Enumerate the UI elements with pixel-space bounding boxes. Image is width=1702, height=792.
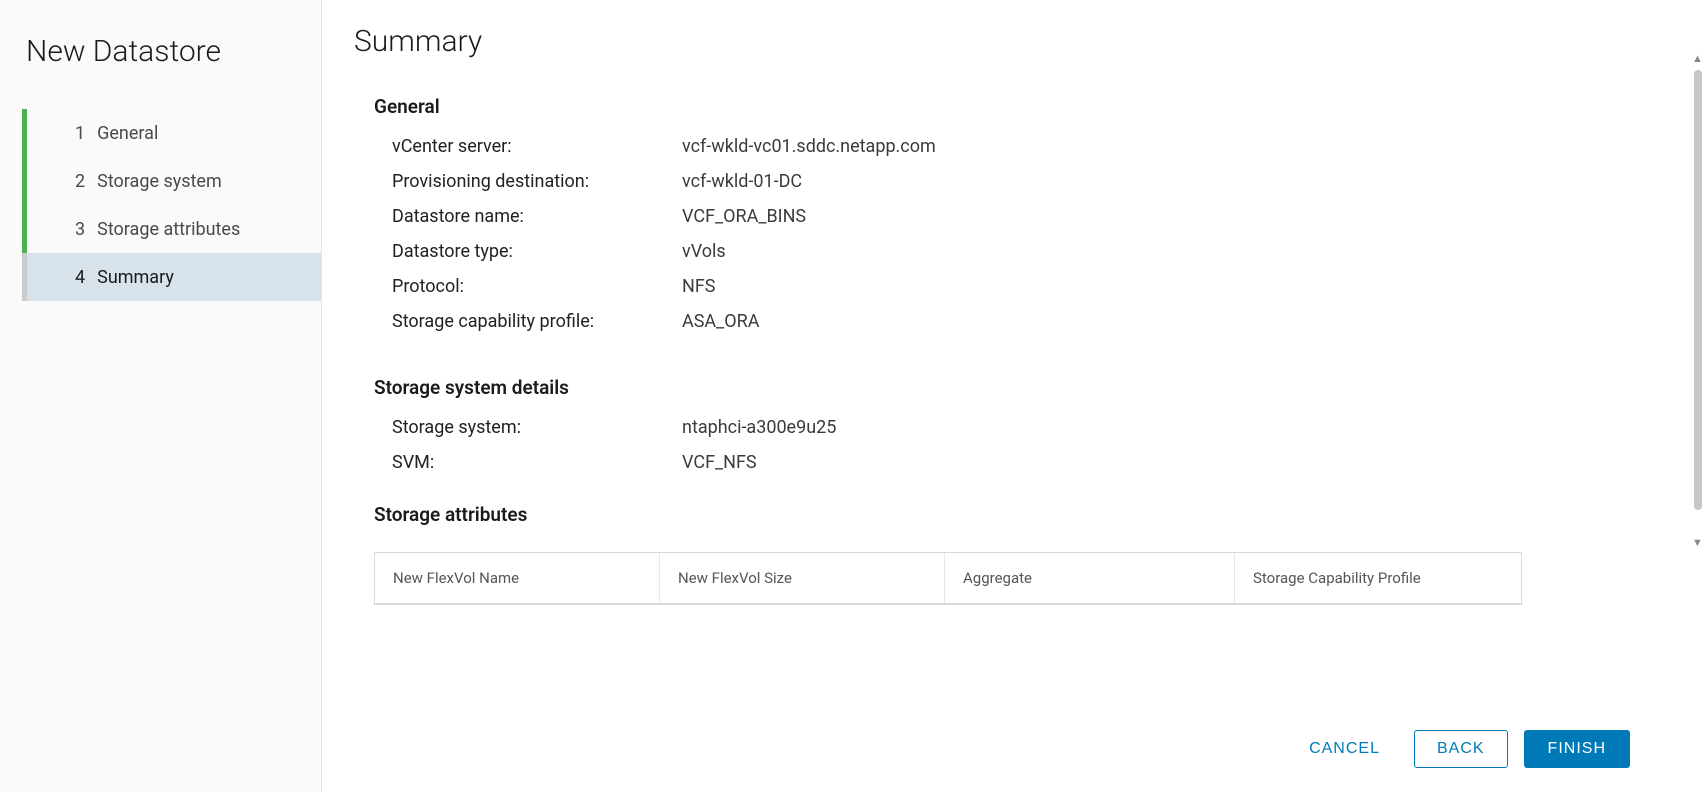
step-label: Storage system	[97, 171, 222, 192]
wizard-title: New Datastore	[0, 24, 321, 109]
step-number: 1	[75, 123, 85, 144]
field-row: Protocol: NFS	[374, 276, 1642, 297]
field-value: ntaphci-a300e9u25	[682, 417, 836, 438]
field-row: Datastore type: vVols	[374, 241, 1642, 262]
wizard-steps: 1 General 2 Storage system 3 Storage att…	[0, 109, 321, 301]
wizard-main: Summary General vCenter server: vcf-wkld…	[322, 0, 1702, 792]
field-label: Datastore type:	[392, 241, 682, 262]
step-general[interactable]: 1 General	[22, 109, 321, 157]
field-label: Provisioning destination:	[392, 171, 682, 192]
field-row: vCenter server: vcf-wkld-vc01.sddc.netap…	[374, 136, 1642, 157]
field-label: Storage capability profile:	[392, 311, 682, 332]
field-row: Storage system: ntaphci-a300e9u25	[374, 417, 1642, 438]
back-button[interactable]: BACK	[1414, 730, 1508, 768]
scrollbar[interactable]: ▲ ▼	[1692, 70, 1702, 530]
column-header-storage-profile[interactable]: Storage Capability Profile	[1235, 553, 1521, 603]
step-storage-attributes[interactable]: 3 Storage attributes	[22, 205, 321, 253]
wizard-sidebar: New Datastore 1 General 2 Storage system…	[0, 0, 322, 792]
column-header-aggregate[interactable]: Aggregate	[945, 553, 1235, 603]
field-label: SVM:	[392, 452, 682, 473]
finish-button[interactable]: FINISH	[1524, 730, 1630, 768]
step-number: 3	[75, 219, 85, 240]
field-row: SVM: VCF_NFS	[374, 452, 1642, 473]
field-value: VCF_NFS	[682, 452, 757, 473]
cancel-button[interactable]: CANCEL	[1291, 730, 1398, 768]
step-number: 4	[75, 267, 85, 288]
field-row: Storage capability profile: ASA_ORA	[374, 311, 1642, 332]
step-number: 2	[75, 171, 85, 192]
field-label: Storage system:	[392, 417, 682, 438]
field-value: NFS	[682, 276, 715, 297]
step-summary[interactable]: 4 Summary	[22, 253, 321, 301]
storage-attributes-table: New FlexVol Name New FlexVol Size Aggreg…	[374, 552, 1522, 605]
field-value: ASA_ORA	[682, 311, 760, 332]
field-value: vVols	[682, 241, 726, 262]
scroll-down-icon[interactable]: ▼	[1692, 536, 1702, 548]
step-label: General	[97, 123, 158, 144]
summary-content: General vCenter server: vcf-wkld-vc01.sd…	[354, 95, 1662, 708]
column-header-flexvol-size[interactable]: New FlexVol Size	[660, 553, 945, 603]
field-value: vcf-wkld-01-DC	[682, 171, 802, 192]
scrollbar-thumb[interactable]	[1694, 70, 1702, 510]
section-heading-storage-system: Storage system details	[374, 376, 1642, 399]
wizard-footer: CANCEL BACK FINISH	[354, 708, 1662, 792]
field-row: Provisioning destination: vcf-wkld-01-DC	[374, 171, 1642, 192]
field-row: Datastore name: VCF_ORA_BINS	[374, 206, 1642, 227]
field-label: vCenter server:	[392, 136, 682, 157]
section-heading-storage-attributes: Storage attributes	[374, 503, 1642, 526]
step-label: Storage attributes	[97, 219, 240, 240]
page-title: Summary	[354, 24, 1662, 59]
field-label: Datastore name:	[392, 206, 682, 227]
field-value: vcf-wkld-vc01.sddc.netapp.com	[682, 136, 936, 157]
table-header-row: New FlexVol Name New FlexVol Size Aggreg…	[375, 553, 1521, 604]
section-heading-general: General	[374, 95, 1642, 118]
field-value: VCF_ORA_BINS	[682, 206, 806, 227]
step-storage-system[interactable]: 2 Storage system	[22, 157, 321, 205]
step-label: Summary	[97, 267, 174, 288]
field-label: Protocol:	[392, 276, 682, 297]
column-header-flexvol-name[interactable]: New FlexVol Name	[375, 553, 660, 603]
scroll-up-icon[interactable]: ▲	[1692, 52, 1702, 64]
